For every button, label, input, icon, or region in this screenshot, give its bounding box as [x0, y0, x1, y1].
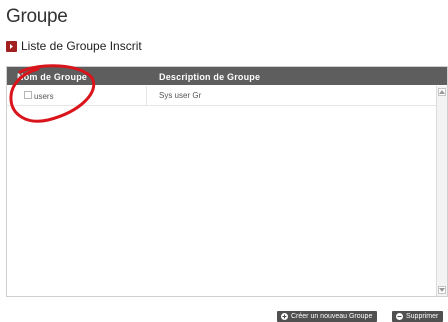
- group-description-text: Sys user Gr: [159, 91, 202, 100]
- create-group-label: Créer un nouveau Groupe: [291, 313, 373, 320]
- table-header: Nom de Groupe Description de Groupe: [7, 67, 447, 85]
- column-header-description[interactable]: Description de Groupe: [159, 72, 260, 82]
- page-title: Groupe: [6, 6, 68, 27]
- scroll-down-button[interactable]: [438, 286, 446, 294]
- create-group-button[interactable]: Créer un nouveau Groupe: [277, 311, 378, 322]
- arrow-right-icon: [6, 40, 17, 52]
- section-label: Liste de Groupe Inscrit: [21, 39, 142, 53]
- plus-icon: [281, 313, 288, 320]
- table-row[interactable]: users Sys user Gr: [7, 86, 437, 106]
- group-name-text: users: [34, 92, 54, 101]
- delete-label: Supprimer: [406, 313, 439, 320]
- column-header-name[interactable]: Nom de Groupe: [17, 72, 87, 82]
- section-heading: Liste de Groupe Inscrit: [6, 39, 142, 53]
- row-checkbox[interactable]: [24, 91, 32, 99]
- vertical-scrollbar[interactable]: [436, 86, 447, 296]
- delete-button[interactable]: Supprimer: [392, 311, 444, 322]
- minus-icon: [396, 313, 403, 320]
- group-table: Nom de Groupe Description de Groupe user…: [6, 66, 448, 297]
- cell-group-name: users: [7, 86, 147, 105]
- scroll-up-button[interactable]: [438, 88, 446, 96]
